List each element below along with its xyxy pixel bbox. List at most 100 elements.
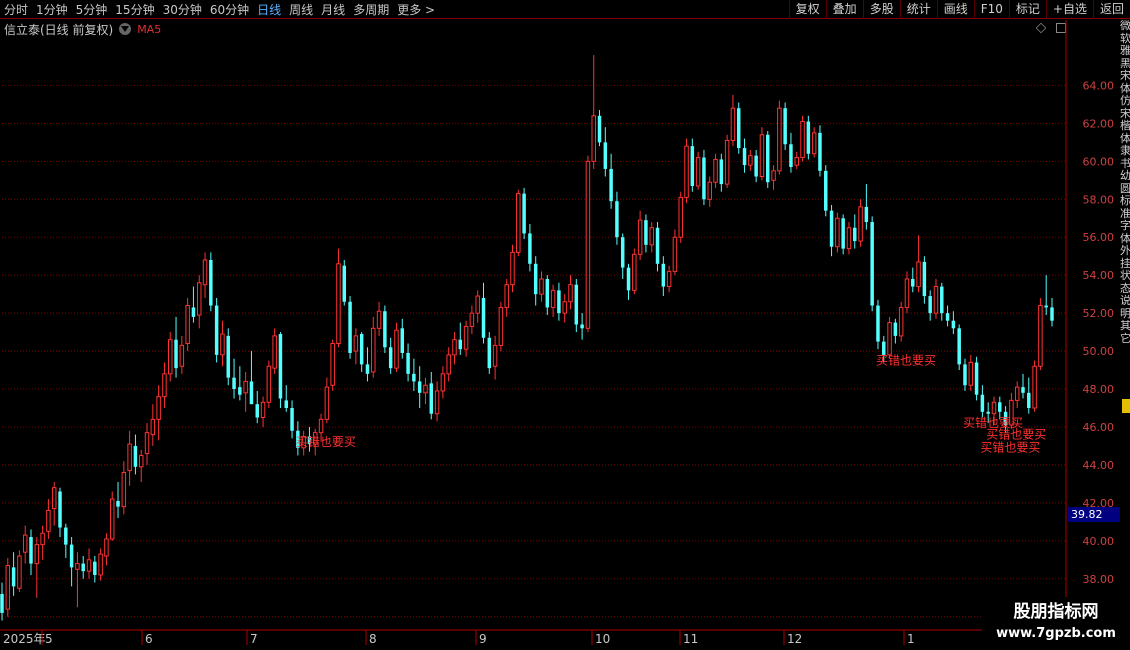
candle [417, 366, 422, 408]
candle [806, 115, 811, 160]
strip-char: 状 [1120, 269, 1130, 282]
candle-body [463, 325, 469, 350]
candle [759, 127, 765, 181]
candle [1021, 373, 1025, 399]
candle-body [771, 170, 776, 181]
candle [238, 366, 242, 401]
candle [220, 320, 225, 367]
candle [98, 548, 103, 581]
candle-body [991, 401, 997, 415]
candle-body [260, 401, 266, 418]
candle [1038, 297, 1043, 371]
candle-body [591, 115, 596, 162]
candle [632, 248, 637, 295]
candle-body [968, 361, 974, 386]
candle [249, 351, 254, 405]
candle [64, 523, 68, 558]
candle-body [870, 222, 874, 306]
candle-body [330, 342, 335, 386]
candle [232, 358, 236, 399]
candle [672, 229, 678, 276]
watermark: 股朋指标网 www.7gpzb.com [982, 597, 1130, 650]
candle-body [17, 555, 22, 589]
candle [5, 557, 11, 617]
candle-body [737, 108, 741, 149]
candle [0, 582, 4, 621]
candle-body [440, 373, 446, 392]
candle [167, 332, 173, 382]
candle [835, 212, 840, 253]
candle [330, 339, 335, 391]
candle-body [661, 263, 666, 287]
candle [690, 138, 695, 192]
watermark-title: 股朋指标网 [1013, 602, 1099, 622]
candle [324, 377, 330, 424]
strip-char: 隶 [1120, 144, 1130, 157]
candle [266, 360, 272, 408]
candle-body [904, 278, 910, 308]
price-tick-label: 50.00 [1083, 345, 1115, 358]
price-tick-label: 56.00 [1083, 231, 1115, 244]
strip-char: 楷 [1120, 119, 1130, 132]
candle [336, 248, 341, 348]
candle-body [846, 227, 852, 250]
candle [1032, 360, 1037, 412]
date-tick-label: 5 [45, 632, 53, 646]
candle-body [417, 381, 422, 393]
candle-body [748, 155, 753, 166]
candle [737, 102, 741, 154]
candle-body [783, 108, 787, 145]
candle-body [615, 201, 619, 238]
candle-body [724, 139, 730, 185]
candle [440, 366, 446, 399]
candle-body [841, 218, 845, 249]
candle-body [138, 454, 144, 468]
candle [202, 252, 208, 298]
candle-body [933, 286, 939, 314]
candle [255, 390, 259, 424]
candle [824, 165, 828, 217]
candle-body [81, 563, 85, 572]
right-side-panel-strip: 微软雅黑宋体仿宋楷体隶书幼圆标准字体外挂状态说明其它 [1120, 20, 1130, 630]
candle [11, 552, 16, 596]
candle-body [388, 347, 393, 369]
date-tick-label: 6 [145, 632, 153, 646]
candle [695, 151, 701, 190]
buy-signal-label: 买错也要买 [296, 435, 356, 449]
candle-body [568, 284, 573, 303]
candle-body [684, 145, 689, 198]
candle-body [922, 261, 927, 297]
candle [51, 482, 57, 526]
candle-body [1014, 386, 1020, 401]
candle-body [522, 193, 526, 234]
candle-body [0, 593, 4, 613]
candle-body [550, 289, 556, 308]
candle [580, 313, 584, 340]
candle-body [5, 564, 11, 610]
candle-body [916, 261, 921, 288]
candle [841, 214, 845, 255]
candle-body [371, 327, 376, 373]
candlestick-chart[interactable]: 36.0038.0040.0042.0044.0046.0048.0050.00… [0, 0, 1130, 650]
candle-body [637, 219, 643, 255]
candle-body [811, 132, 817, 155]
candle-body [209, 260, 213, 306]
candle-body [789, 144, 793, 168]
candle [702, 149, 706, 205]
candle-body [585, 160, 591, 329]
candle [911, 267, 915, 293]
candle [644, 214, 648, 253]
candle [179, 335, 185, 374]
candle [371, 316, 376, 378]
candle [487, 332, 492, 374]
candle [138, 449, 144, 482]
candle-body [220, 333, 225, 356]
candle-body [1044, 305, 1048, 308]
candle-body [887, 322, 892, 356]
candle [376, 301, 382, 336]
candle [846, 222, 852, 255]
candle [400, 318, 405, 359]
candle-body [510, 251, 515, 286]
candle [434, 381, 440, 422]
candle-body [452, 339, 457, 356]
